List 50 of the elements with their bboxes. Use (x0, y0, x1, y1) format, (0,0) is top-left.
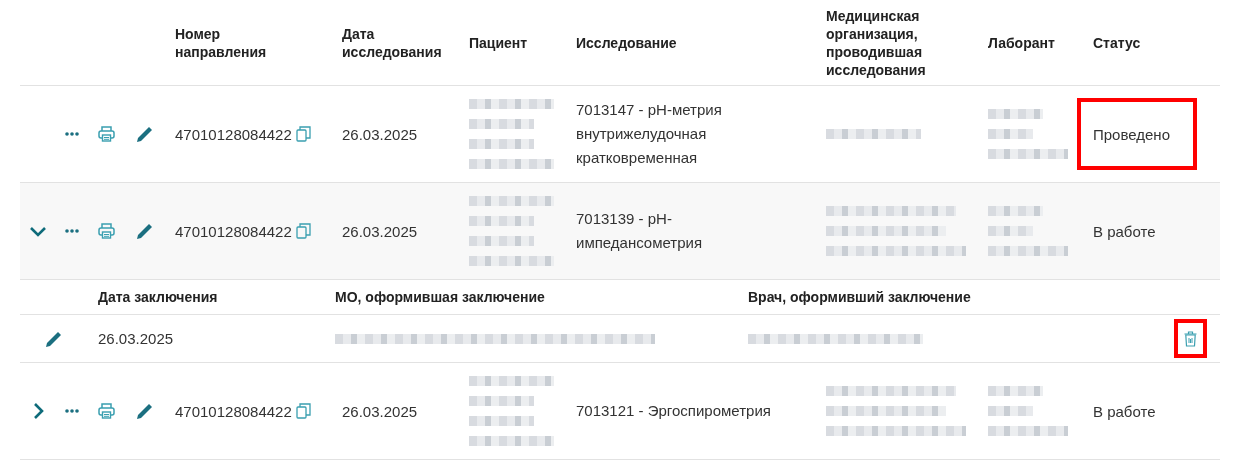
blurred-text (988, 226, 1033, 236)
blurred-text (988, 109, 1043, 119)
copy-icon[interactable] (295, 223, 311, 239)
blurred-text (988, 406, 1033, 416)
study-date: 26.03.2025 (342, 125, 418, 143)
conclusion-date: 26.03.2025 (98, 330, 174, 347)
column-header: Номер направления (175, 24, 268, 61)
blurred-text (469, 396, 534, 406)
print-icon[interactable] (97, 126, 115, 142)
status-text: В работе (1092, 221, 1157, 242)
more-icon[interactable] (65, 229, 79, 233)
status-text: Проведено (1077, 98, 1197, 170)
blurred-text (469, 139, 534, 149)
column-header: МО, оформившая заключение (335, 289, 545, 305)
status-text: В работе (1092, 401, 1157, 422)
study-name: 7013121 - Эргоспирометрия (576, 401, 772, 421)
blurred-text (988, 129, 1033, 139)
blurred-text (469, 236, 534, 246)
column-header: Медицинская организация, проводившая исследования (826, 6, 927, 79)
blurred-text (469, 119, 534, 129)
delete-button[interactable] (1173, 319, 1207, 358)
print-icon[interactable] (97, 403, 115, 419)
blurred-text (988, 206, 1043, 216)
column-header: Пациент (469, 33, 528, 52)
pencil-icon[interactable] (135, 402, 154, 420)
more-icon[interactable] (65, 132, 79, 136)
referral-number: 47010128084422 (175, 222, 292, 240)
referral-number: 47010128084422 (175, 125, 292, 143)
blurred-text (469, 216, 534, 226)
column-header: Дата заключения (98, 289, 218, 305)
column-header: Статус (1093, 33, 1141, 52)
more-icon[interactable] (65, 409, 79, 413)
print-icon[interactable] (97, 223, 115, 239)
column-header: Лаборант (988, 33, 1055, 52)
blurred-text (469, 416, 534, 426)
column-header: Дата исследования (342, 24, 443, 61)
trash-icon (1183, 330, 1197, 347)
column-header: Исследование (576, 33, 677, 52)
study-date: 26.03.2025 (342, 222, 418, 240)
study-date: 26.03.2025 (342, 402, 418, 420)
column-header: Врач, оформивший заключение (748, 289, 971, 305)
pencil-icon[interactable] (135, 125, 154, 143)
pencil-icon[interactable] (45, 329, 63, 348)
study-name: 7013139 - pH-импедансометрия (576, 209, 704, 253)
referral-number: 47010128084422 (175, 402, 292, 420)
study-name: 7013147 - pH-метрия внутрижелудочная кратковременная (576, 100, 723, 168)
pencil-icon[interactable] (135, 222, 154, 240)
copy-icon[interactable] (295, 403, 311, 419)
blurred-text (988, 386, 1043, 396)
copy-icon[interactable] (295, 126, 311, 142)
